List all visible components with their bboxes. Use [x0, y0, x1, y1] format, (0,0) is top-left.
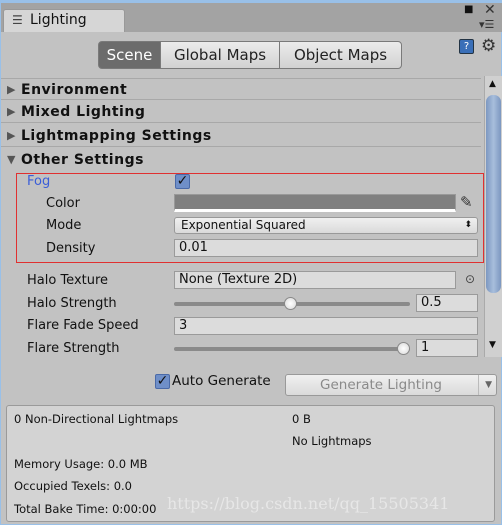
- no-lightmaps: No Lightmaps: [292, 434, 372, 448]
- flare-strength-label: Flare Strength: [27, 341, 120, 356]
- flare-fade-speed-label: Flare Fade Speed: [27, 318, 139, 333]
- gear-icon[interactable]: ⚙: [481, 36, 496, 56]
- tab-scene[interactable]: Scene: [98, 41, 161, 69]
- halo-texture-field[interactable]: None (Texture 2D): [174, 271, 456, 289]
- auto-generate-checkbox[interactable]: ✓: [155, 374, 170, 389]
- halo-strength-input[interactable]: 0.5: [416, 294, 478, 312]
- close-icon[interactable]: ✕: [484, 2, 496, 18]
- section-other-settings[interactable]: ▼ Other Settings: [1, 149, 481, 171]
- dropdown-arrows-icon: ⬍: [464, 220, 472, 230]
- generate-lighting-button[interactable]: Generate Lighting ▼: [285, 374, 497, 396]
- dropdown-arrow-icon[interactable]: ▼: [478, 375, 492, 395]
- halo-strength-thumb[interactable]: [283, 297, 297, 310]
- help-book-icon[interactable]: ?: [459, 39, 474, 54]
- clip: [1, 357, 484, 361]
- tab-lighting[interactable]: ☰ Lighting: [3, 9, 125, 32]
- color-label: Color: [46, 196, 80, 211]
- section-lightmapping-settings[interactable]: ▶ Lightmapping Settings: [1, 125, 481, 147]
- scroll-down-icon[interactable]: ▼: [489, 340, 496, 350]
- flare-fade-speed-input[interactable]: 3: [174, 317, 478, 335]
- occupied-texels: Occupied Texels: 0.0: [14, 479, 132, 493]
- density-input[interactable]: 0.01: [174, 239, 478, 257]
- menu-icon[interactable]: ▾☰: [479, 18, 494, 31]
- section-label: Mixed Lighting: [21, 104, 146, 120]
- triangle-right-icon: ▶: [7, 83, 16, 96]
- sliders-icon: ☰: [12, 13, 23, 27]
- section-label: Lightmapping Settings: [21, 128, 212, 144]
- halo-texture-label: Halo Texture: [27, 273, 109, 288]
- tab-title: Lighting: [30, 12, 87, 28]
- halo-strength-label: Halo Strength: [27, 296, 117, 311]
- fog-mode-dropdown[interactable]: Exponential Squared ⬍: [174, 217, 478, 234]
- triangle-down-icon: ▼: [7, 153, 16, 166]
- eyedropper-icon[interactable]: ✎: [460, 193, 473, 211]
- lightmap-info-panel: 0 Non-Directional Lightmaps 0 B No Light…: [6, 405, 495, 522]
- flare-strength-thumb[interactable]: [397, 342, 410, 355]
- fog-checkbox[interactable]: ✓: [175, 174, 190, 189]
- tab-object-maps[interactable]: Object Maps: [279, 41, 402, 69]
- maximize-icon[interactable]: ■: [464, 4, 473, 15]
- section-mixed-lighting[interactable]: ▶ Mixed Lighting: [1, 101, 481, 123]
- flare-strength-input[interactable]: 1: [416, 339, 478, 357]
- mode-value: Exponential Squared: [181, 218, 306, 232]
- auto-generate-label: Auto Generate: [172, 373, 271, 389]
- triangle-right-icon: ▶: [7, 105, 16, 118]
- generate-lighting-label: Generate Lighting: [320, 377, 442, 393]
- fog-label: Fog: [27, 174, 51, 189]
- section-label: Environment: [21, 82, 128, 98]
- section-label: Other Settings: [21, 152, 144, 168]
- mode-label: Mode: [46, 218, 82, 233]
- lightmaps-size: 0 B: [292, 412, 311, 426]
- memory-usage: Memory Usage: 0.0 MB: [14, 457, 148, 471]
- tab-global-maps[interactable]: Global Maps: [160, 41, 280, 69]
- scrollbar[interactable]: ▲ ▼: [484, 76, 502, 357]
- section-environment[interactable]: ▶ Environment: [1, 78, 481, 100]
- density-label: Density: [46, 241, 96, 256]
- object-picker-icon[interactable]: ⊙: [465, 272, 475, 286]
- fog-color-field[interactable]: [174, 194, 456, 212]
- lightmaps-count: 0 Non-Directional Lightmaps: [14, 412, 179, 426]
- flare-strength-slider[interactable]: [174, 347, 410, 351]
- total-bake-time: Total Bake Time: 0:00:00: [14, 502, 157, 516]
- scroll-up-icon[interactable]: ▲: [489, 79, 496, 89]
- scrollbar-thumb[interactable]: [486, 95, 501, 293]
- triangle-right-icon: ▶: [7, 129, 16, 142]
- watermark: https://blog.csdn.net/qq_15505341: [167, 494, 450, 513]
